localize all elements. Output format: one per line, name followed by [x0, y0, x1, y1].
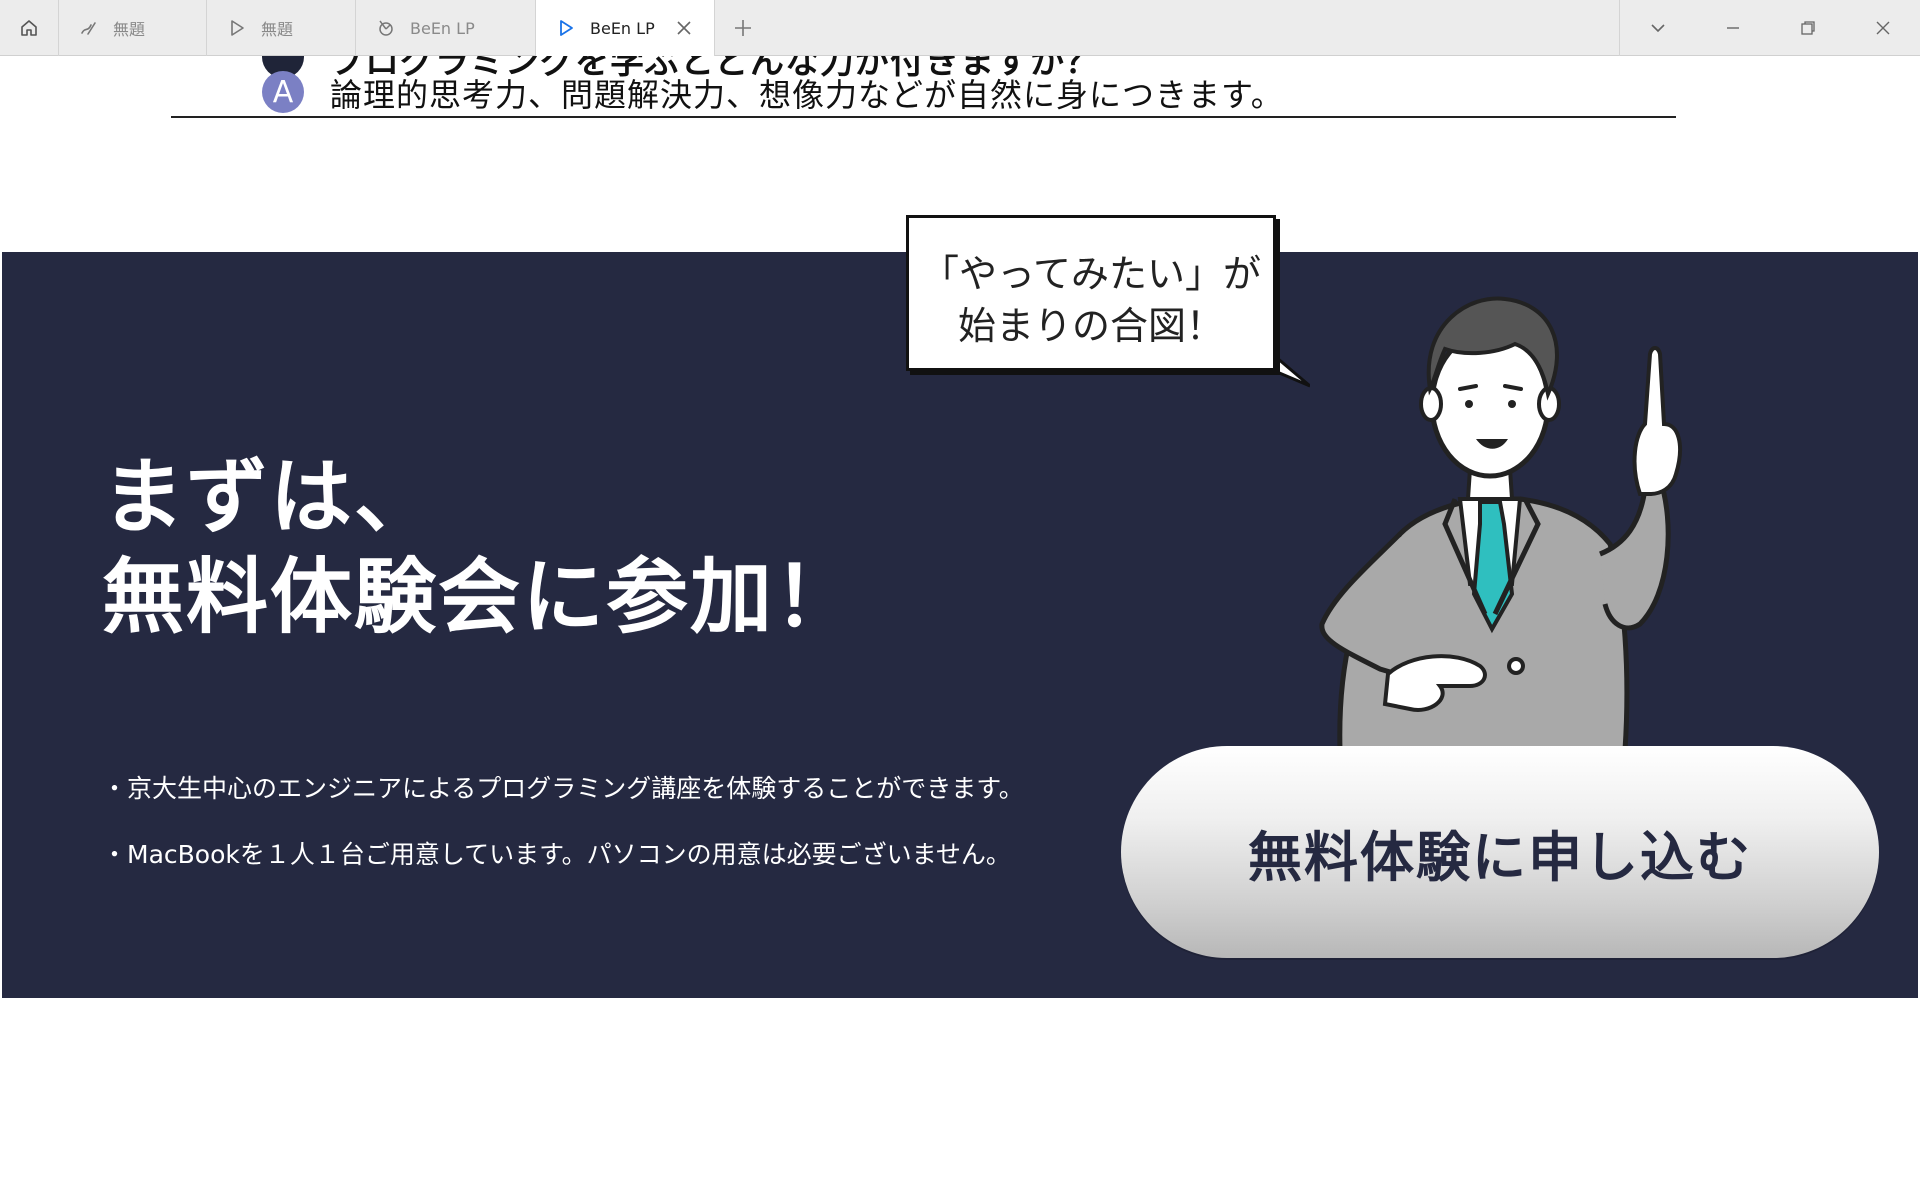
tab-title: BeEn LP — [410, 18, 475, 38]
play-icon — [227, 18, 247, 38]
page-content: プログラミングを学ぶとどんな力が付きますか？ A 論理的思考力、問題解決力、想像… — [0, 56, 1920, 1200]
tab-title: 無題 — [113, 20, 146, 39]
close-icon — [677, 21, 691, 35]
restore-icon — [1800, 21, 1815, 35]
tab-been-lp-active[interactable]: BeEn LP — [536, 0, 715, 56]
chevron-down-icon — [1650, 24, 1665, 33]
close-tab-button[interactable] — [674, 18, 694, 38]
home-button[interactable] — [0, 0, 59, 56]
browser-tab-bar: 無題 無題 BeEn LP BeEn LP — [0, 0, 1920, 56]
answer-badge: A — [262, 71, 304, 113]
free-trial-signup-button[interactable]: 無料体験に申し込む — [1121, 746, 1879, 958]
list-item: ・京大生中心のエンジニアによるプログラミング講座を体験することができます。 — [102, 774, 1024, 803]
businessman-illustration — [1319, 296, 1682, 750]
divider — [171, 116, 1676, 118]
close-icon — [1876, 21, 1889, 35]
list-item: ・MacBookを１人１台ご用意しています。パソコンの用意は必要ございません。 — [102, 840, 1011, 869]
home-icon — [21, 20, 37, 36]
minimize-button[interactable] — [1695, 0, 1770, 56]
faq-answer: 論理的思考力、問題解決力、想像力などが自然に身につきます。 — [330, 76, 1284, 114]
minimize-icon — [1726, 27, 1739, 29]
cta-headline: まずは、 無料体験会に参加！ — [102, 448, 858, 648]
new-tab-button[interactable] — [715, 0, 771, 56]
button-label: 無料体験に申し込む — [1248, 825, 1752, 889]
tab-untitled-2[interactable]: 無題 — [207, 0, 356, 56]
headline-line: 無料体験会に参加！ — [102, 550, 859, 645]
plus-icon — [735, 20, 751, 36]
tab-title: 無題 — [261, 20, 294, 39]
tab-been-lp-1[interactable]: BeEn LP — [356, 0, 536, 56]
pen-icon — [79, 18, 99, 38]
tab-untitled-1[interactable]: 無題 — [59, 0, 207, 56]
speech-bubble: 「やってみたい」が 始まりの合図！ — [906, 215, 1276, 371]
headline-line: まずは、 — [102, 450, 439, 545]
close-window-button[interactable] — [1845, 0, 1920, 56]
cta-bullet-list: ・京大生中心のエンジニアによるプログラミング講座を体験することができます。 ・M… — [102, 756, 1024, 888]
speech-bubble-text: 「やってみたい」が 始まりの合図！ — [909, 248, 1273, 352]
tab-list-button[interactable] — [1620, 0, 1695, 56]
compass-icon — [376, 18, 396, 38]
tab-title: BeEn LP — [590, 18, 655, 38]
restore-button[interactable] — [1770, 0, 1845, 56]
bubble-line: 始まりの合図！ — [957, 304, 1224, 348]
play-icon — [556, 18, 576, 38]
bubble-line: 「やってみたい」が — [920, 252, 1262, 296]
